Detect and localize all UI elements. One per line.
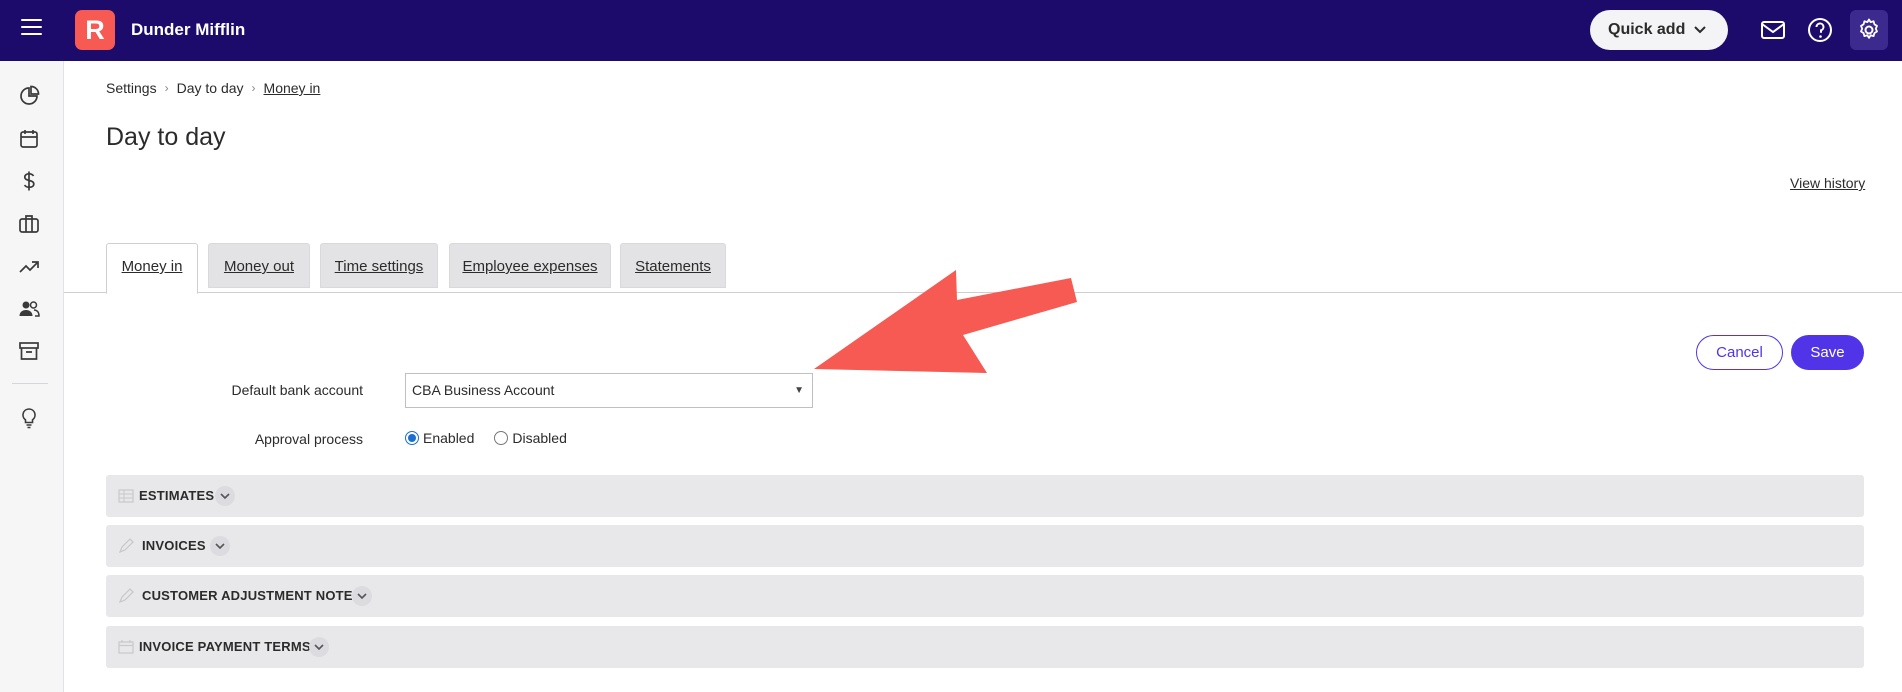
app-logo[interactable]: R	[75, 10, 115, 50]
top-bar: R Dunder Mifflin Quick add	[0, 0, 1902, 61]
chevron-right-icon: ›	[251, 81, 256, 95]
calendar-icon[interactable]	[18, 128, 40, 150]
tab-money-out[interactable]: Money out	[208, 243, 310, 288]
estimates-icon	[118, 489, 134, 503]
approval-radio-group: Enabled Disabled	[405, 430, 587, 446]
menu-icon[interactable]	[21, 19, 42, 37]
annotation-arrow-icon	[814, 270, 1077, 373]
dollar-icon[interactable]	[18, 170, 40, 192]
dashboard-pie-icon[interactable]	[18, 85, 40, 107]
bank-account-value: CBA Business Account	[412, 382, 555, 398]
archive-icon[interactable]	[18, 340, 40, 362]
bank-account-label: Default bank account	[231, 382, 363, 398]
adjustment-pen-icon	[118, 588, 134, 604]
section-invoice-payment-terms[interactable]: INVOICE PAYMENT TERMS	[106, 626, 1864, 668]
chevron-down-icon[interactable]	[309, 637, 329, 657]
help-icon[interactable]	[1806, 16, 1834, 44]
bank-account-select[interactable]: CBA Business Account ▼	[405, 373, 813, 408]
approval-process-label: Approval process	[254, 431, 363, 447]
company-name[interactable]: Dunder Mifflin	[131, 20, 245, 40]
chevron-down-icon[interactable]	[352, 586, 372, 606]
section-estimates[interactable]: ESTIMATES	[106, 475, 1864, 517]
section-title: ESTIMATES	[139, 488, 215, 503]
breadcrumb-settings[interactable]: Settings	[106, 80, 157, 96]
tab-time-settings[interactable]: Time settings	[320, 243, 438, 288]
sidebar	[0, 61, 64, 692]
cancel-button[interactable]: Cancel	[1696, 335, 1783, 370]
mail-icon[interactable]	[1759, 16, 1787, 44]
quick-add-label: Quick add	[1608, 21, 1686, 38]
quick-add-button[interactable]: Quick add	[1590, 10, 1728, 50]
calendar-icon	[118, 640, 134, 654]
chevron-down-icon[interactable]	[210, 536, 230, 556]
approval-disabled-radio[interactable]	[494, 431, 509, 445]
tab-money-in[interactable]: Money in	[106, 243, 198, 294]
breadcrumb-money-in[interactable]: Money in	[264, 80, 321, 96]
approval-enabled-label[interactable]: Enabled	[423, 430, 474, 446]
page-title: Day to day	[106, 123, 226, 151]
save-button[interactable]: Save	[1791, 335, 1864, 370]
approval-disabled-label[interactable]: Disabled	[512, 430, 566, 446]
gear-icon	[1860, 18, 1878, 39]
view-history-link[interactable]: View history	[1790, 175, 1865, 191]
breadcrumb-day-to-day[interactable]: Day to day	[177, 80, 244, 96]
chevron-right-icon: ›	[164, 81, 169, 95]
settings-button[interactable]	[1850, 10, 1888, 50]
lightbulb-icon[interactable]	[18, 407, 40, 429]
section-title: INVOICE PAYMENT TERMS	[139, 639, 311, 654]
section-customer-adjustment-notes[interactable]: CUSTOMER ADJUSTMENT NOTES	[106, 575, 1864, 617]
approval-enabled-radio[interactable]	[405, 431, 419, 445]
section-title: INVOICES	[142, 538, 206, 553]
trend-chart-icon[interactable]	[18, 255, 40, 277]
sidebar-divider	[12, 383, 48, 384]
chevron-down-icon	[1694, 26, 1706, 34]
section-title: CUSTOMER ADJUSTMENT NOTES	[142, 588, 362, 603]
chevron-down-icon[interactable]	[215, 486, 235, 506]
tab-employee-expenses[interactable]: Employee expenses	[449, 243, 611, 288]
section-invoices[interactable]: INVOICES	[106, 525, 1864, 567]
tab-statements[interactable]: Statements	[620, 243, 726, 288]
contacts-icon[interactable]	[18, 298, 40, 320]
breadcrumb: Settings › Day to day › Money in	[106, 80, 320, 96]
invoice-pen-icon	[118, 538, 134, 554]
briefcase-icon[interactable]	[18, 213, 40, 235]
